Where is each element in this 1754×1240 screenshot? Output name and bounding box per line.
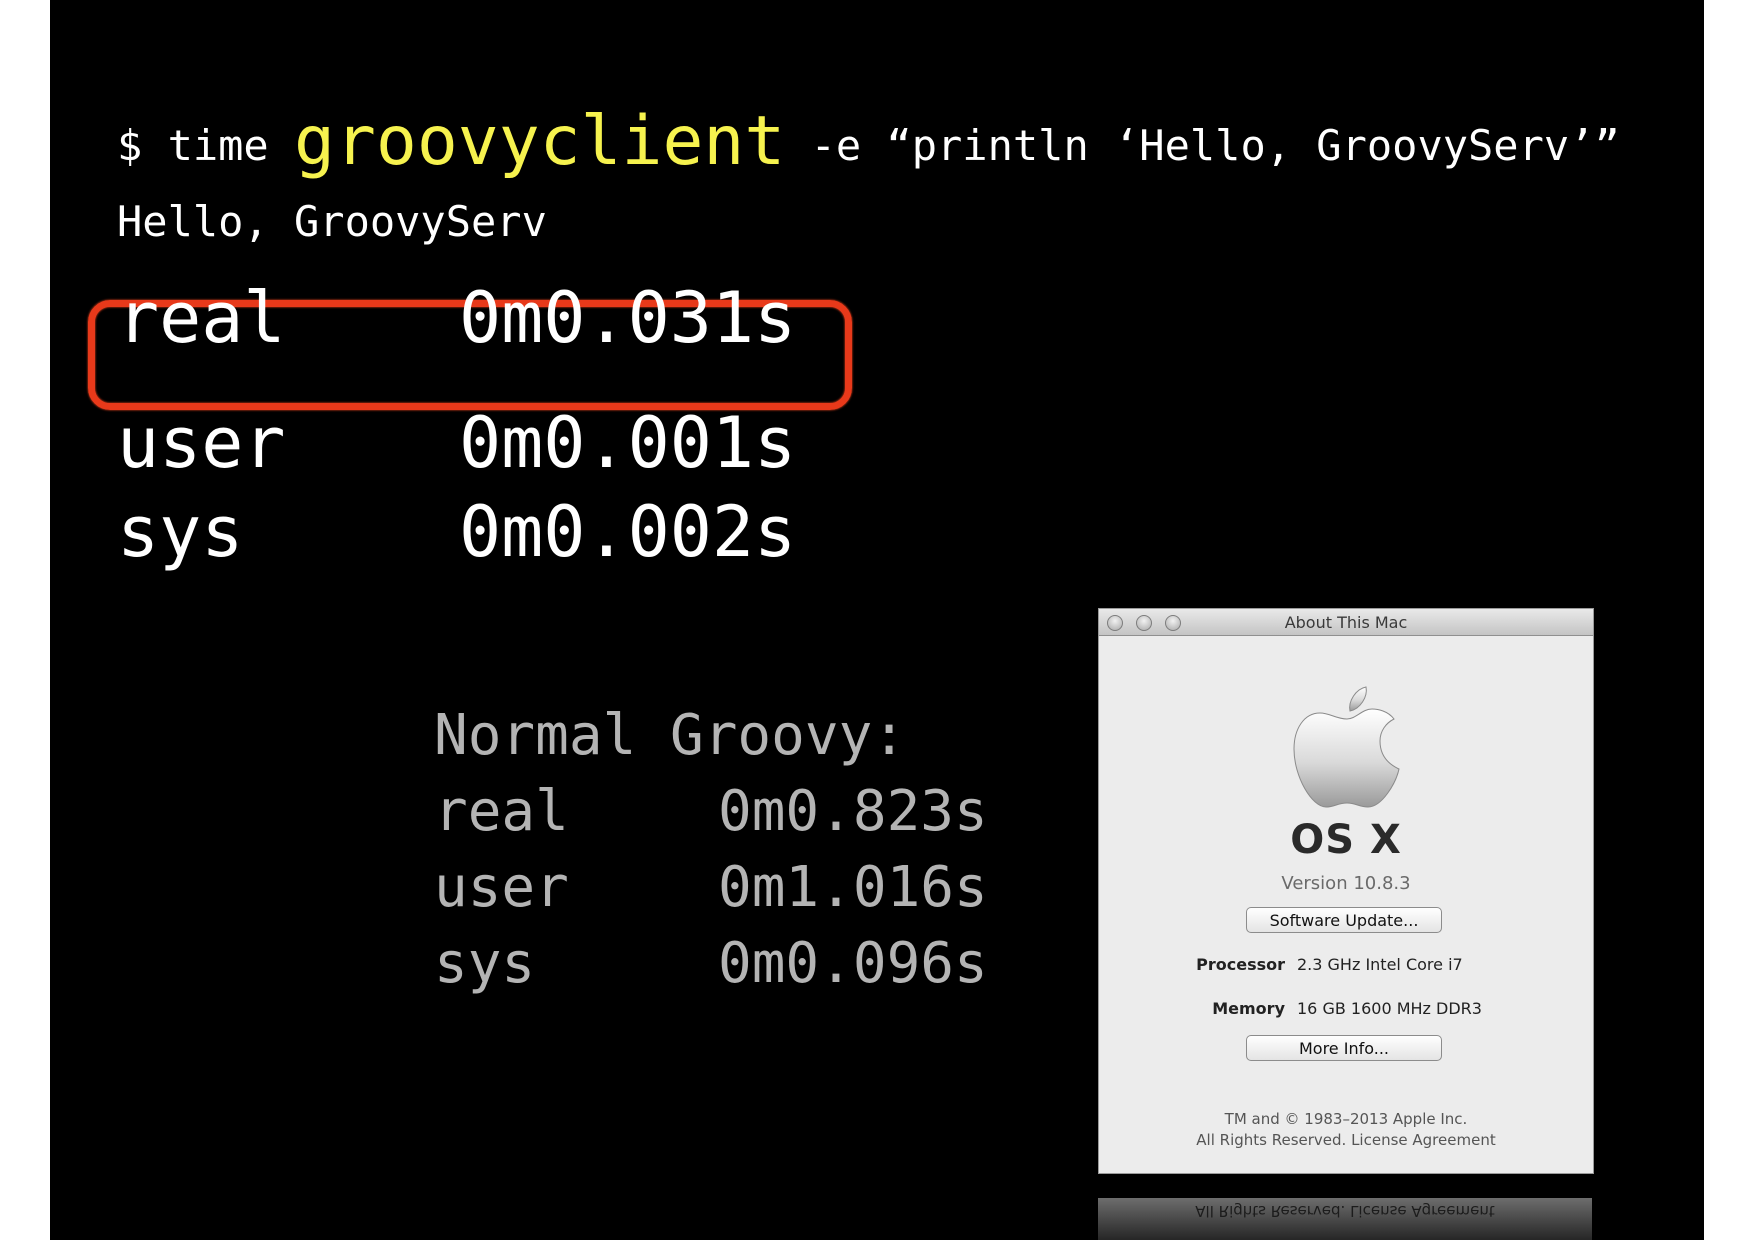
processor-value: 2.3 GHz Intel Core i7 <box>1297 955 1463 974</box>
normal-label: user <box>434 855 569 920</box>
normal-value: 0m0.823s <box>718 779 988 844</box>
memory-label: Memory <box>1212 999 1285 1018</box>
normal-value: 0m0.096s <box>718 931 988 996</box>
apple-logo-icon <box>1293 686 1400 808</box>
timing-label: real <box>117 277 286 359</box>
window-titlebar[interactable]: About This Mac <box>1099 609 1593 636</box>
normal-label: real <box>434 779 569 844</box>
more-info-button[interactable]: More Info... <box>1246 1035 1442 1061</box>
copyright-line: TM and © 1983–2013 Apple Inc. <box>1224 1110 1468 1128</box>
window-title: About This Mac <box>1284 613 1408 632</box>
memory-value: 16 GB 1600 MHz DDR3 <box>1297 999 1482 1018</box>
license-line[interactable]: All Rights Reserved. License Agreement <box>1099 1130 1593 1151</box>
reflection-text: All Rights Reserved. License Agreement <box>1195 1202 1495 1220</box>
command-name: groovyclient <box>294 102 786 181</box>
window-reflection: All Rights Reserved. License Agreement <box>1098 1198 1592 1240</box>
timing-label: sys <box>117 491 244 573</box>
command-line: $ time groovyclient -e “println ‘Hello, … <box>117 108 1620 176</box>
software-update-button[interactable]: Software Update... <box>1246 907 1442 933</box>
copyright-block: TM and © 1983–2013 Apple Inc. All Rights… <box>1099 1109 1593 1151</box>
shell-prompt: $ time <box>117 121 295 170</box>
timing-value: 0m0.002s <box>459 491 797 573</box>
normal-groovy-heading: Normal Groovy: <box>434 703 907 768</box>
os-name: OS X <box>1290 817 1402 863</box>
timing-label: user <box>117 402 286 484</box>
normal-label: sys <box>434 931 536 996</box>
command-output: Hello, GroovyServ <box>117 197 547 246</box>
normal-value: 0m1.016s <box>718 855 988 920</box>
about-this-mac-window: About This Mac OS X Version 10.8.3 Softw… <box>1098 608 1594 1174</box>
timing-value: 0m0.001s <box>459 402 797 484</box>
timing-value: 0m0.031s <box>459 277 797 359</box>
processor-label: Processor <box>1196 955 1285 974</box>
command-args: -e “println ‘Hello, GroovyServ’” <box>785 121 1620 170</box>
os-version: Version 10.8.3 <box>1281 873 1411 894</box>
